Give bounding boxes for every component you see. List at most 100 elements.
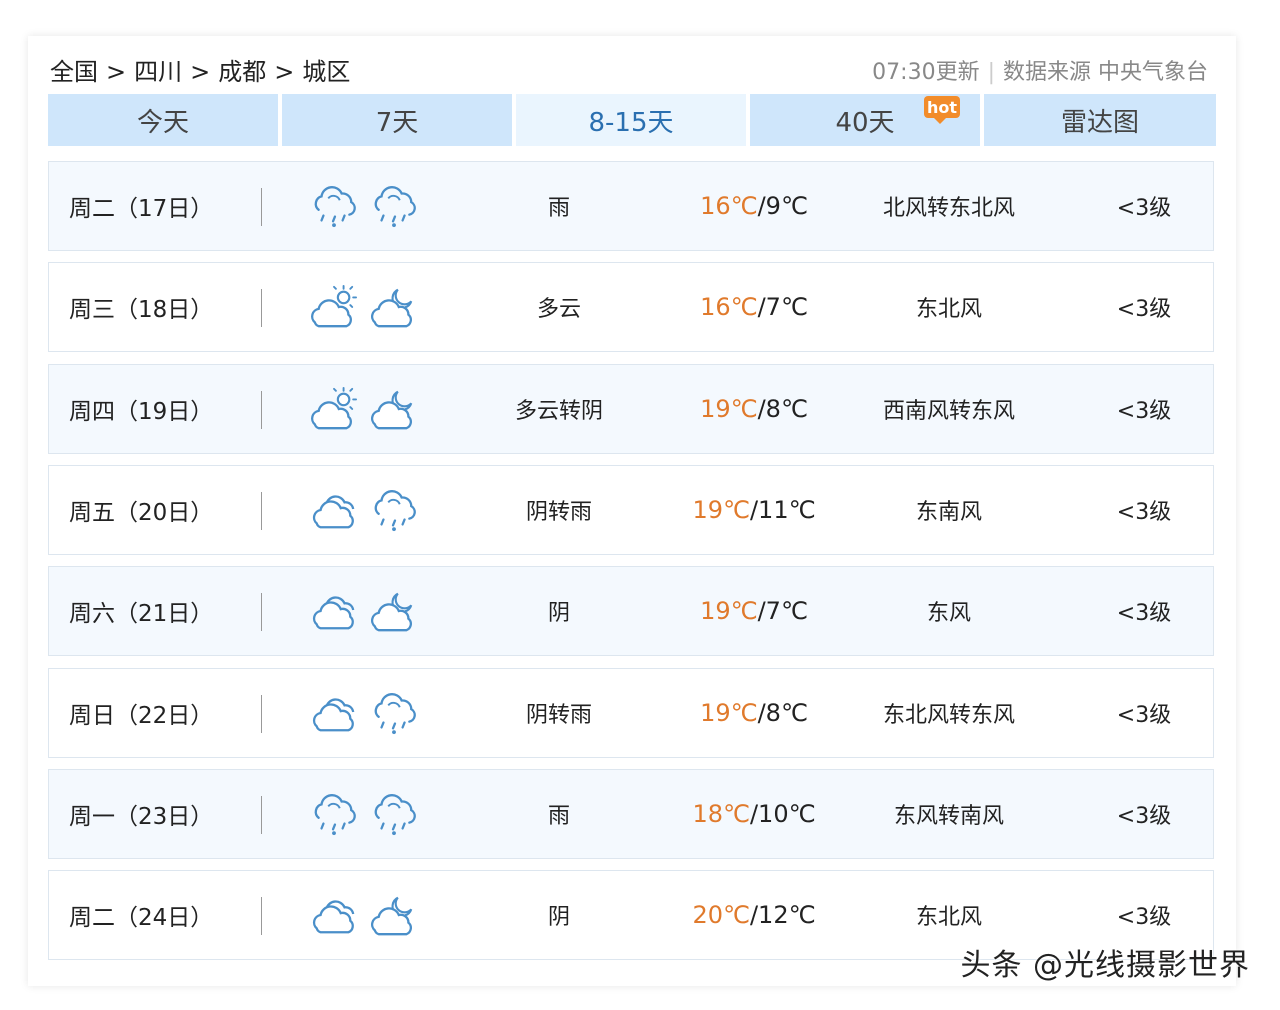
weather-icons <box>309 263 429 351</box>
forecast-row: 周一（23日） 雨 18℃/10℃ 东风转南风 <3级 <box>48 768 1214 859</box>
temp-high: 19℃ <box>700 394 758 423</box>
wind-direction: 北风转东北风 <box>882 196 1015 221</box>
weather-description: 雨 <box>547 196 570 221</box>
rain-icon <box>374 793 416 835</box>
tab-8-15-days[interactable]: 8-15天 <box>516 94 746 146</box>
overcast-icon <box>312 697 355 731</box>
tab-label: 7天 <box>375 107 419 138</box>
row-divider <box>261 390 262 429</box>
row-divider <box>261 694 262 733</box>
forecast-tabs: 今天 7天 8-15天 40天 hot 雷达图 <box>48 94 1216 146</box>
rain-icon <box>314 793 356 835</box>
weather-description: 阴 <box>547 601 570 627</box>
row-divider <box>261 289 262 328</box>
temp-high: 16℃ <box>700 293 758 322</box>
weather-icons <box>309 365 429 453</box>
watermark: 头条 @光线摄影世界 <box>960 948 1250 983</box>
breadcrumb-separator: > <box>106 58 127 86</box>
temp-low: 10℃ <box>758 799 816 828</box>
rain-icon <box>314 186 356 228</box>
wind-direction: 东风转南风 <box>893 803 1004 829</box>
row-divider <box>261 593 262 632</box>
forecast-date: 周一（23日） <box>69 803 214 830</box>
data-source: 数据来源 中央气象台 <box>1003 60 1208 85</box>
temp-high: 19℃ <box>700 597 758 626</box>
wind-level: <3级 <box>1116 702 1172 728</box>
weather-icons <box>309 669 429 757</box>
rain-icon <box>374 489 416 531</box>
wind-direction: 东北风转东风 <box>882 702 1015 728</box>
temp-slash: / <box>749 799 759 828</box>
overcast-icon <box>312 596 355 630</box>
forecast-date: 周五（20日） <box>69 499 214 526</box>
rain-icon <box>374 186 416 228</box>
temp-low: 8℃ <box>765 394 808 423</box>
tab-40-days[interactable]: 40天 hot <box>750 94 980 146</box>
row-divider <box>261 795 262 834</box>
tab-label: 40天 <box>835 107 895 138</box>
tab-label: 雷达图 <box>1060 107 1139 138</box>
temperature-range: 16℃/7℃ <box>659 263 849 351</box>
temperature-range: 16℃/9℃ <box>659 162 849 250</box>
update-time: 07:30更新 <box>872 60 980 85</box>
wind-direction: 东风 <box>926 601 971 627</box>
weather-icons <box>309 770 429 858</box>
forecast-date: 周日（22日） <box>69 702 214 729</box>
weather-icons <box>309 466 429 554</box>
temp-high: 19℃ <box>700 698 758 727</box>
overcast-icon <box>312 900 355 934</box>
overcast-icon <box>312 495 355 529</box>
breadcrumb-item[interactable]: 四川 <box>134 52 182 87</box>
temperature-range: 19℃/7℃ <box>659 567 849 655</box>
update-meta: 07:30更新 | 数据来源 中央气象台 <box>872 54 1208 86</box>
breadcrumb-item[interactable]: 成都 <box>218 52 266 87</box>
temp-low: 8℃ <box>765 698 808 727</box>
wind-level: <3级 <box>1116 196 1172 221</box>
wind-level: <3级 <box>1116 803 1172 829</box>
forecast-date: 周四（19日） <box>69 398 214 425</box>
forecast-row: 周三（18日） 多云 16℃/7℃ 东北风 <3级 <box>48 262 1214 353</box>
forecast-row: 周六（21日） 阴 19℃/7℃ 东风 <3级 <box>48 566 1214 657</box>
partly-cloudy-day-icon <box>311 285 357 328</box>
tab-7-days[interactable]: 7天 <box>282 94 512 146</box>
temp-slash: / <box>757 394 766 423</box>
row-divider <box>261 188 262 226</box>
row-divider <box>261 491 262 530</box>
temp-high: 16℃ <box>700 192 758 220</box>
breadcrumb-item-current[interactable]: 城区 <box>302 52 350 87</box>
forecast-date: 周六（21日） <box>69 601 214 628</box>
meta-divider: | <box>987 60 995 85</box>
temp-low: 11℃ <box>758 495 816 524</box>
temp-slash: / <box>749 901 759 930</box>
forecast-row: 周四（19日） 多云转阴 19℃/8℃ 西南风转东风 <3级 <box>48 363 1214 454</box>
forecast-date: 周三（18日） <box>69 297 214 324</box>
rain-icon <box>374 692 416 734</box>
breadcrumb-separator: > <box>274 58 295 86</box>
tab-today[interactable]: 今天 <box>48 94 278 146</box>
forecast-row: 周五（20日） 阴转雨 19℃/11℃ 东南风 <3级 <box>48 464 1214 555</box>
forecast-date: 周二（24日） <box>69 905 214 932</box>
temp-high: 18℃ <box>692 799 750 828</box>
tab-radar[interactable]: 雷达图 <box>984 94 1216 146</box>
weather-description: 雨 <box>547 803 570 829</box>
weather-description: 阴转雨 <box>525 499 592 525</box>
temperature-range: 19℃/8℃ <box>659 669 849 757</box>
forecast-row: 周日（22日） 阴转雨 19℃/8℃ 东北风转东风 <3级 <box>48 667 1214 758</box>
wind-direction: 东南风 <box>915 499 982 525</box>
forecast-row: 周二（17日） 雨 16℃/9℃ 北风转东北风 <3级 <box>48 161 1214 251</box>
tab-label: 8-15天 <box>588 107 674 138</box>
weather-description: 阴 <box>547 905 570 931</box>
temp-high: 20℃ <box>692 901 750 930</box>
breadcrumb-item[interactable]: 全国 <box>50 52 98 87</box>
wind-direction: 东北风 <box>915 297 982 323</box>
temp-slash: / <box>749 495 759 524</box>
partly-cloudy-day-icon <box>311 386 357 429</box>
wind-direction: 西南风转东风 <box>882 398 1015 424</box>
temperature-range: 19℃/11℃ <box>659 466 849 554</box>
temperature-range: 20℃/12℃ <box>659 871 849 959</box>
wind-level: <3级 <box>1116 297 1172 323</box>
weather-description: 多云 <box>536 297 581 323</box>
temp-low: 7℃ <box>765 597 808 626</box>
weather-icons <box>309 567 429 655</box>
top-bar: 全国 > 四川 > 成都 > 城区 07:30更新 | 数据来源 中央气象台 <box>48 52 1216 88</box>
